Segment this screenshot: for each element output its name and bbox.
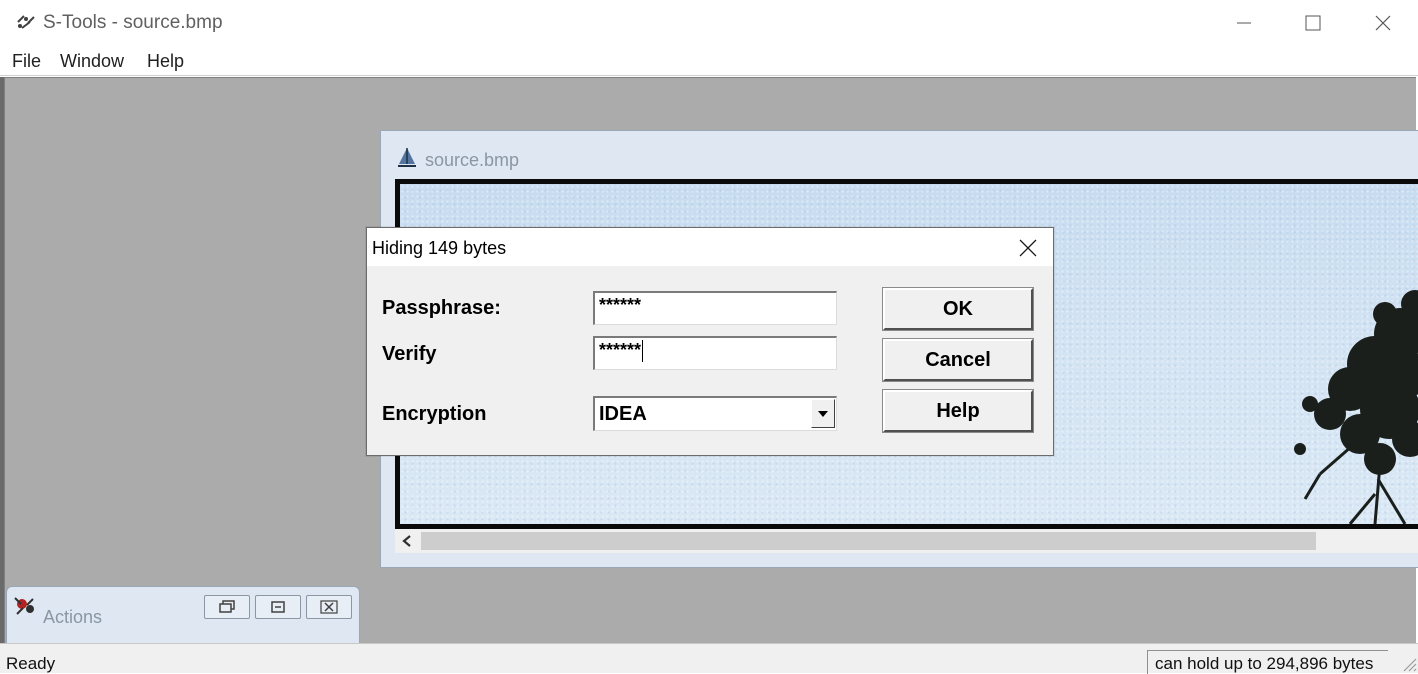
title-bar: S-Tools - source.bmp <box>0 0 1418 46</box>
hide-data-dialog: Hiding 149 bytes Passphrase: ****** Veri… <box>366 227 1054 456</box>
restore-icon <box>219 600 235 613</box>
help-button[interactable]: Help <box>882 389 1034 433</box>
actions-maximize-button[interactable] <box>255 595 301 619</box>
text-caret <box>642 340 644 362</box>
actions-close-button[interactable] <box>306 595 352 619</box>
window-title: S-Tools - source.bmp <box>43 12 223 33</box>
menu-file[interactable]: File <box>12 51 41 72</box>
status-bar: Ready can hold up to 294,896 bytes <box>0 643 1418 674</box>
menu-help[interactable]: Help <box>147 51 184 72</box>
menu-bar: File Window Help <box>0 46 1418 76</box>
encryption-label: Encryption <box>382 403 487 425</box>
maximize-icon <box>271 601 285 613</box>
menu-window[interactable]: Window <box>60 51 124 72</box>
actions-title: Actions <box>43 607 103 627</box>
bmp-document-icon <box>398 148 416 167</box>
resize-grip-icon[interactable] <box>1398 650 1418 673</box>
tree-silhouette <box>1294 290 1418 524</box>
verify-label: Verify <box>382 343 437 365</box>
maximize-button[interactable] <box>1279 0 1347 46</box>
scroll-left-button[interactable] <box>395 529 419 553</box>
minimize-button[interactable] <box>1210 0 1278 46</box>
dialog-close-button[interactable] <box>1011 234 1045 262</box>
actions-icon <box>14 597 34 615</box>
close-icon <box>320 600 338 614</box>
dropdown-button[interactable] <box>811 399 835 428</box>
chevron-left-icon <box>402 535 411 547</box>
child-window-title: source.bmp <box>425 150 520 170</box>
passphrase-value: ****** <box>599 295 642 315</box>
close-button[interactable] <box>1349 0 1417 46</box>
cancel-button[interactable]: Cancel <box>882 338 1034 382</box>
actions-window[interactable]: Actions <box>6 586 360 643</box>
passphrase-label: Passphrase: <box>382 297 501 319</box>
scroll-thumb[interactable] <box>421 532 1316 550</box>
actions-restore-button[interactable] <box>204 595 250 619</box>
close-icon <box>1019 239 1037 257</box>
capacity-status: can hold up to 294,896 bytes <box>1147 650 1388 674</box>
dialog-title-bar: Hiding 149 bytes <box>367 228 1053 266</box>
minimize-icon <box>1237 22 1251 24</box>
maximize-icon <box>1305 15 1321 31</box>
chevron-down-icon <box>818 410 828 417</box>
ok-button[interactable]: OK <box>882 287 1034 331</box>
verify-value: ****** <box>599 340 642 360</box>
close-icon <box>1375 15 1391 31</box>
encryption-select[interactable]: IDEA <box>593 396 837 431</box>
verify-input[interactable]: ****** <box>593 336 837 370</box>
horizontal-scrollbar[interactable] <box>395 529 1418 553</box>
stools-app-icon <box>17 15 35 29</box>
dialog-title: Hiding 149 bytes <box>372 238 507 258</box>
passphrase-input[interactable]: ****** <box>593 291 837 325</box>
status-text: Ready <box>6 654 56 673</box>
encryption-value: IDEA <box>599 403 647 425</box>
